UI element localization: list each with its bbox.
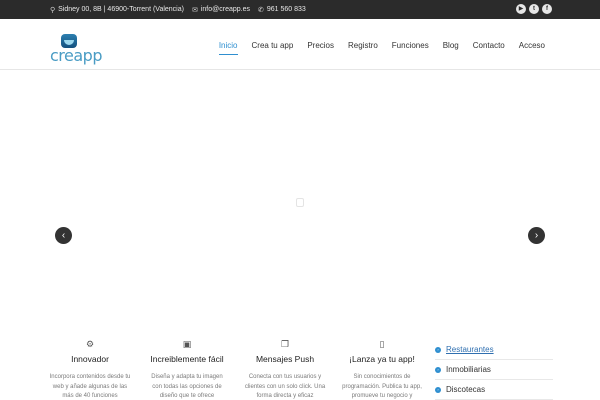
feature-description: Conecta con tus usuarios y clientes con … (244, 374, 326, 399)
category-label[interactable]: Restaurantes (446, 345, 494, 354)
envelope-icon: ✉ (191, 6, 198, 14)
slider-next-button[interactable]: › (528, 227, 545, 244)
youtube-icon[interactable]: ▶ (516, 4, 526, 14)
main-nav: Inicio Crea tu app Precios Registro Func… (212, 38, 552, 55)
phone-item[interactable]: ✆ 961 560 833 (258, 6, 306, 14)
category-list: › Restaurantes › Inmobiliarias › Discote… (435, 340, 553, 400)
feature-title: ¡Lanza ya tu app! (349, 354, 415, 364)
gears-icon: ⚙ (85, 339, 95, 349)
category-item-inmobiliarias[interactable]: › Inmobiliarias (435, 360, 553, 380)
feature-increiblemente-facil: ▣ Increiblemente fácil Diseña y adapta t… (142, 338, 232, 400)
facebook-icon[interactable]: f (542, 4, 552, 14)
email-item[interactable]: ✉ info@creapp.es (192, 6, 250, 14)
feature-innovador: ⚙ Innovador Incorpora contenidos desde t… (45, 338, 135, 400)
category-label[interactable]: Inmobiliarias (446, 365, 491, 374)
video-clapper-icon: ▣ (182, 339, 192, 349)
nav-item-funciones[interactable]: Funciones (385, 38, 436, 54)
feature-lanza-tu-app: ▯ ¡Lanza ya tu app! Sin conocimientos de… (337, 338, 427, 400)
phone-icon: ✆ (257, 6, 264, 14)
address-item: ⚲ Sidney 00, 8B | 46900-Torrent (Valencia… (50, 6, 184, 14)
email-link[interactable]: info@creapp.es (201, 6, 250, 13)
nav-item-precios[interactable]: Precios (300, 38, 341, 54)
address-text: Sidney 00, 8B | 46900-Torrent (Valencia) (58, 6, 184, 13)
feature-mensajes-push: ❐ Mensajes Push Conecta con tus usuarios… (240, 338, 330, 400)
feature-title: Mensajes Push (255, 354, 315, 364)
nav-item-crea-tu-app[interactable]: Crea tu app (245, 38, 301, 54)
nav-item-acceso[interactable]: Acceso (512, 38, 552, 54)
chevron-right-icon: › (435, 386, 441, 393)
feature-title: Increiblemente fácil (150, 354, 224, 364)
nav-item-blog[interactable]: Blog (436, 38, 466, 54)
location-pin-icon: ⚲ (50, 6, 56, 14)
slider-prev-button[interactable]: ‹ (55, 227, 72, 244)
chevron-right-icon: › (435, 346, 441, 353)
category-item-restaurantes[interactable]: › Restaurantes (435, 340, 553, 360)
logo-text: creapp (50, 46, 102, 65)
contact-info: ⚲ Sidney 00, 8B | 46900-Torrent (Valencia… (50, 0, 306, 19)
feature-description: Diseña y adapta tu imagen con todas las … (151, 374, 223, 399)
copy-windows-icon: ❐ (280, 339, 290, 349)
category-item-discotecas[interactable]: › Discotecas (435, 380, 553, 400)
nav-item-registro[interactable]: Registro (341, 38, 385, 54)
category-label[interactable]: Discotecas (446, 385, 485, 394)
feature-title: Innovador (71, 354, 109, 364)
social-links: ▶ t f (516, 4, 552, 14)
site-header: creapp Inicio Crea tu app Precios Regist… (0, 19, 600, 70)
nav-item-inicio[interactable]: Inicio (212, 38, 245, 55)
smartphone-icon: ▯ (379, 339, 385, 349)
nav-item-contacto[interactable]: Contacto (466, 38, 512, 54)
logo[interactable]: creapp (48, 32, 102, 68)
twitter-icon[interactable]: t (529, 4, 539, 14)
feature-description: Incorpora contenidos desde tu web y añad… (49, 374, 131, 399)
slider-loading-icon (296, 198, 304, 207)
features-row: ⚙ Innovador Incorpora contenidos desde t… (45, 338, 430, 400)
hero-slider (0, 71, 600, 311)
feature-description: Sin conocimientos de programación. Publi… (342, 374, 422, 399)
phone-link[interactable]: 961 560 833 (267, 6, 306, 13)
top-info-bar: ⚲ Sidney 00, 8B | 46900-Torrent (Valencia… (0, 0, 600, 19)
chevron-right-icon: › (435, 366, 441, 373)
